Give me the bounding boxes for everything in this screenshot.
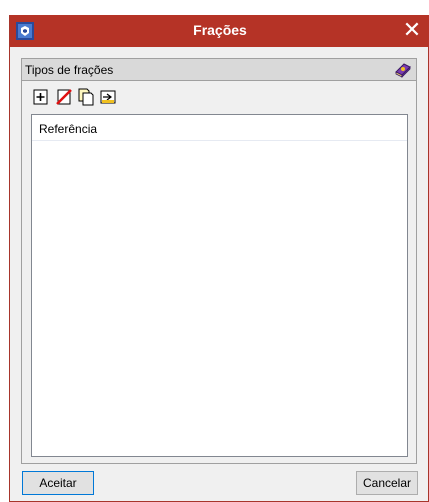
group-header: Tipos de frações (22, 59, 416, 81)
toolbar (32, 88, 172, 108)
close-button[interactable]: ✕ (398, 17, 426, 45)
dialog-window: Frações ✕ Tipos de frações Referência Ac… (9, 15, 429, 502)
cancel-button[interactable]: Cancelar (356, 471, 418, 495)
delete-icon[interactable] (55, 88, 73, 106)
group-title: Tipos de frações (25, 63, 114, 77)
import-icon[interactable] (99, 88, 117, 106)
column-header-reference[interactable]: Referência (39, 122, 97, 136)
title-bar[interactable]: Frações ✕ (10, 15, 429, 47)
accept-button[interactable]: Aceitar (22, 471, 94, 495)
copy-icon[interactable] (77, 88, 95, 106)
fraction-types-list[interactable]: Referência (31, 114, 408, 457)
close-icon: ✕ (402, 17, 422, 42)
list-header: Referência (32, 115, 407, 141)
book-help-icon[interactable] (394, 61, 412, 79)
window-title: Frações (193, 22, 247, 38)
add-icon[interactable] (32, 88, 50, 106)
fraction-types-group: Tipos de frações Referência (21, 58, 417, 464)
